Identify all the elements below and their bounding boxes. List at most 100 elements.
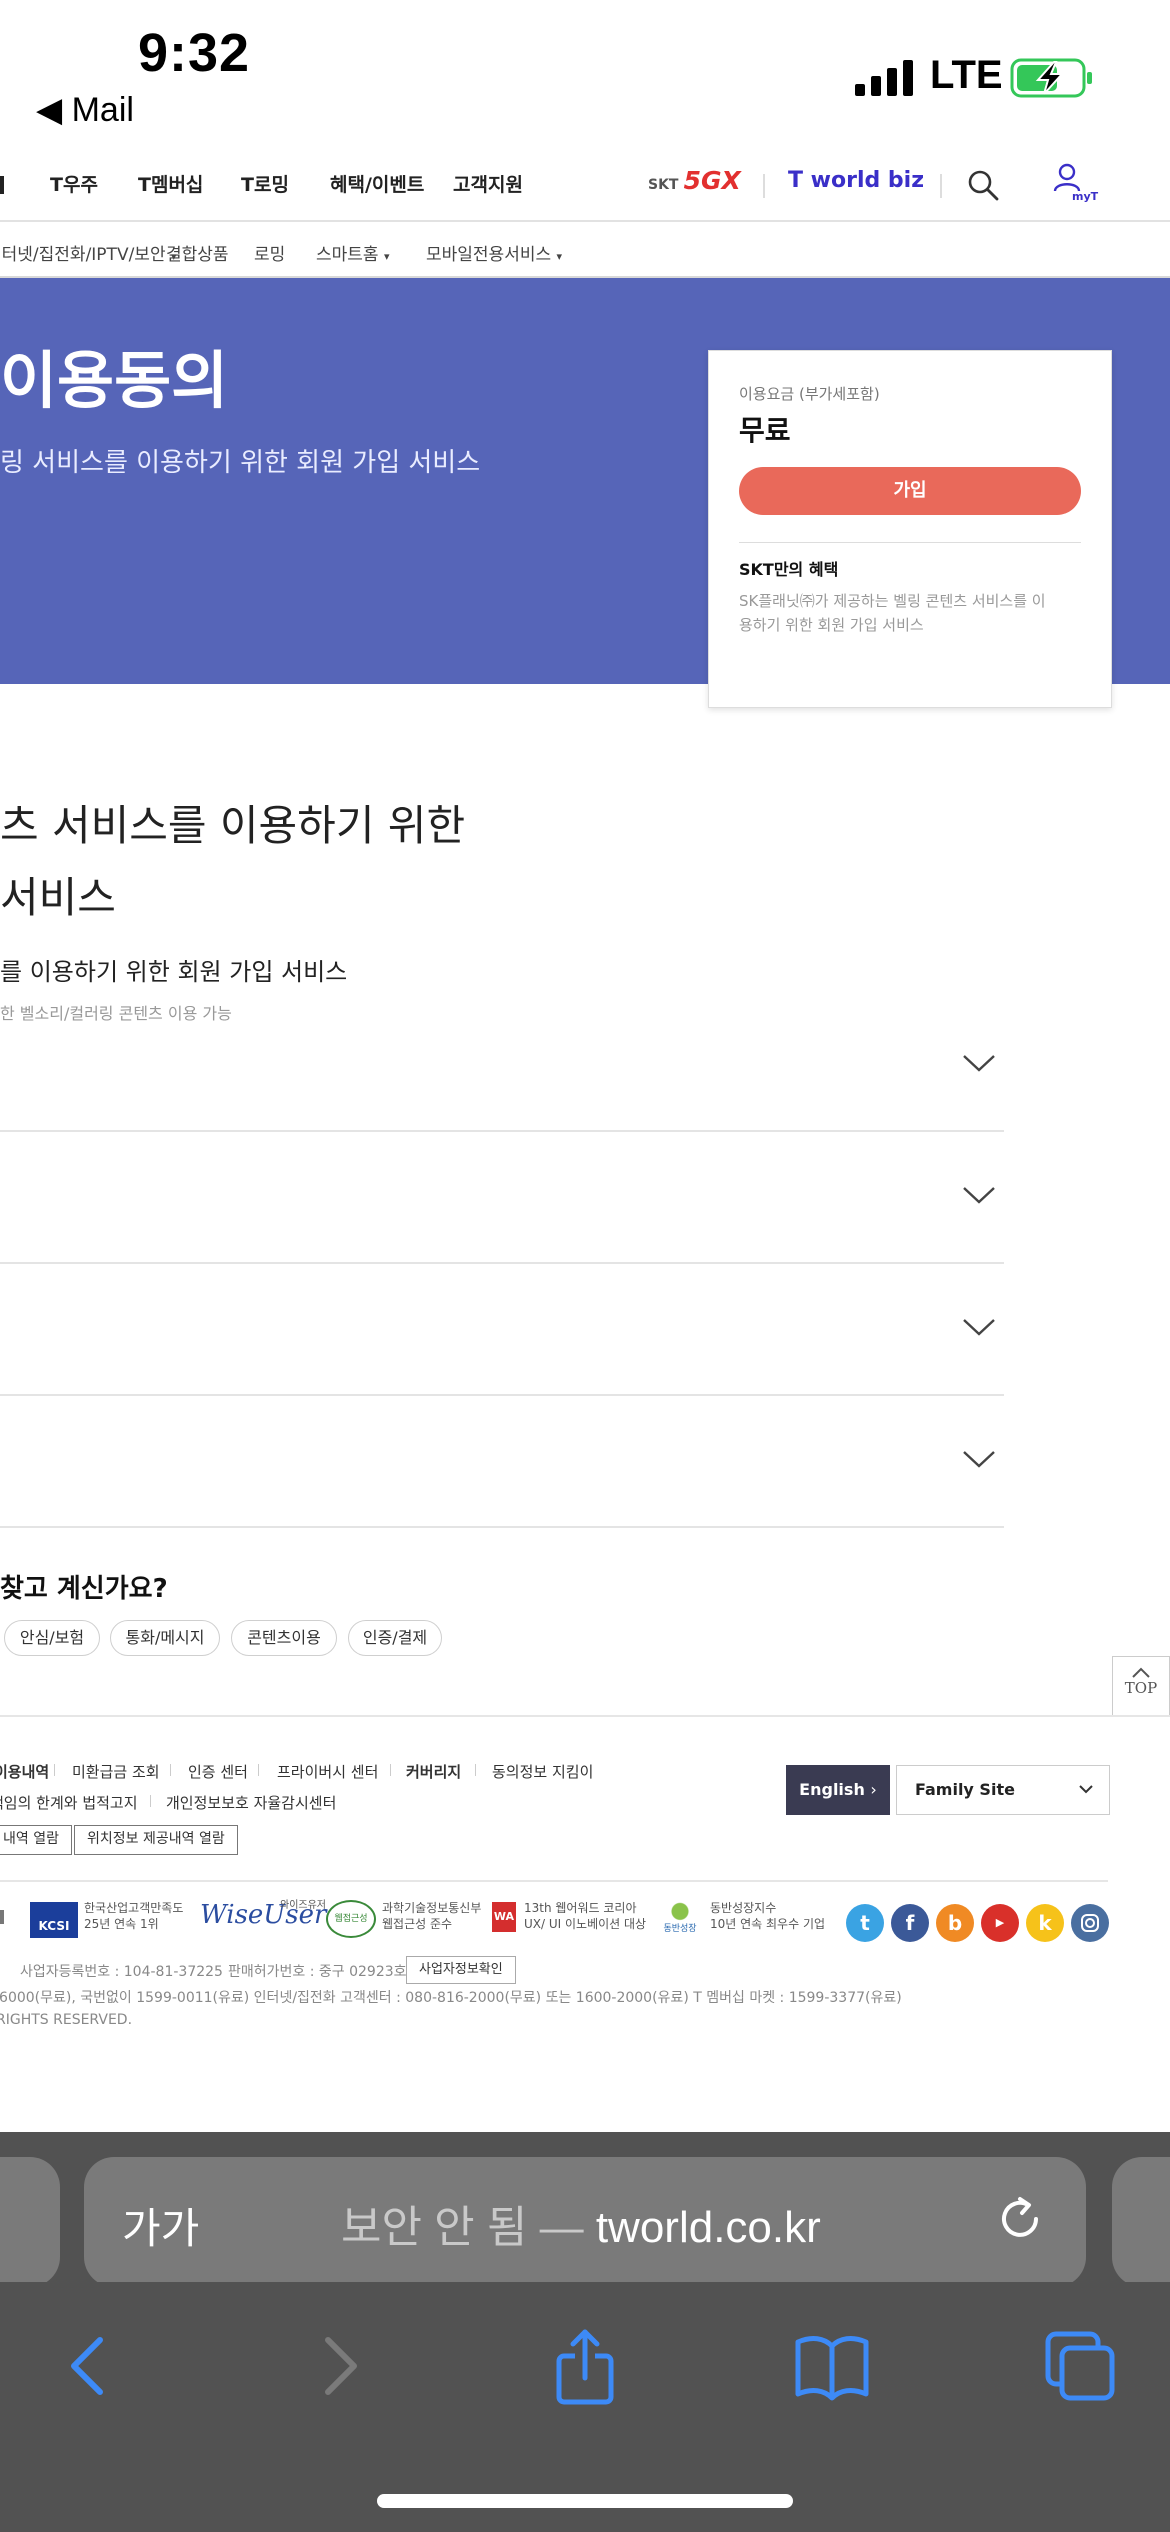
nav-item-roaming[interactable]: T로밍 (241, 170, 289, 197)
footer-link[interactable]: 개인정보보호 자율감시센터 (166, 1792, 336, 1813)
footer-link[interactable]: 미환급금 조회 (72, 1761, 160, 1782)
domain-label: tworld.co.kr (595, 2203, 821, 2252)
join-button[interactable]: 가입 (739, 467, 1081, 515)
youtube-icon[interactable]: ▶ (981, 1904, 1019, 1942)
subnav-internet[interactable]: 인터넷/집전화/IPTV/보안 ▾ (0, 240, 177, 265)
chevron-right-icon: › (870, 1780, 877, 1799)
chevron-down-icon (963, 1187, 995, 1204)
reader-aa-button[interactable]: 가가 (122, 2195, 199, 2256)
previous-tab-pill[interactable] (0, 2157, 60, 2287)
url-text: 보안 안 됨 — tworld.co.kr (341, 2191, 821, 2255)
signal-icon (855, 60, 913, 96)
skt-logo-text: SKT (648, 177, 679, 193)
home-indicator (377, 2494, 793, 2508)
divider (258, 1764, 259, 1776)
wiseuser-text: 와이즈유저 (280, 1900, 326, 1911)
instagram-icon[interactable] (1071, 1904, 1109, 1942)
price-label: 이용요금 (부가세포함) (739, 385, 880, 403)
hero-description: 링 서비스를 이용하기 위한 회원 가입 서비스 (0, 448, 481, 478)
accessibility-badge: 웹접근성 (326, 1900, 376, 1938)
family-site-select[interactable]: Family Site (896, 1765, 1110, 1815)
faq-title: 찾고 계신가요? (0, 1574, 168, 1604)
nav-item-support[interactable]: 고객지원 (453, 170, 523, 197)
top-label: TOP (1124, 1679, 1158, 1697)
customer-center-phones: -6000(무료), 국번없이 1599-0011(유료) 인터넷/집전화 고객… (0, 1990, 902, 2006)
chevron-down-icon (963, 1055, 995, 1072)
shared-growth-text: 동반성장지수 10년 연속 최우수 기업 (710, 1901, 826, 1931)
english-button[interactable]: English › (786, 1765, 890, 1815)
footer-link[interactable]: 프라이버시 센터 (277, 1761, 378, 1782)
subnav-roaming[interactable]: 로밍 (254, 240, 285, 265)
footer-link[interactable]: 동의정보 지킴이 (492, 1761, 593, 1782)
footer-link[interactable]: 이용내역 (0, 1761, 49, 1782)
faq-chip[interactable]: 통화/메시지 (110, 1620, 220, 1656)
reload-icon[interactable] (992, 2191, 1048, 2247)
webaward-badge: WA (492, 1902, 516, 1932)
kakao-icon[interactable]: k (1026, 1904, 1064, 1942)
divider (170, 1764, 171, 1776)
status-bar: 9:32 ◀ Mail LTE (0, 0, 1170, 150)
sales-registration: 판매허가번호 : 중구 02923호 (228, 1964, 407, 1980)
accordion-item[interactable] (0, 1132, 1004, 1264)
accessibility-award-text: 과학기술정보통신부 웹접근성 준수 (382, 1901, 482, 1931)
back-to-mail-link[interactable]: ◀ Mail (36, 90, 134, 130)
nav-item-tuju[interactable]: T우주 (50, 170, 98, 197)
subnav-mobile-services[interactable]: 모바일전용서비스 ▾ (426, 240, 562, 265)
kcsi-award-text: 한국산업고객만족도 25년 연속 1위 (84, 1901, 184, 1931)
footer-link[interactable]: 커버리지 (406, 1761, 461, 1782)
divider (390, 1764, 391, 1776)
5gx-logo-text: 5GX (683, 166, 741, 195)
divider (940, 174, 942, 198)
global-nav: T우주 T멤버십 T로밍 혜택/이벤트 고객지원 SKT 5GX T world… (0, 150, 1170, 222)
usage-history-button[interactable]: 내역 열람 (0, 1825, 72, 1855)
myt-label: myT (1072, 190, 1099, 203)
subnav-bundle[interactable]: 결합상품 (166, 240, 229, 265)
page-title: 이용동의 (0, 344, 229, 417)
chevron-down-icon (963, 1451, 995, 1468)
subnav-label: 스마트홈 (316, 245, 379, 265)
footer-divider (0, 1715, 1170, 1717)
divider (763, 174, 765, 198)
location-info-button[interactable]: 위치정보 제공내역 열람 (74, 1825, 238, 1855)
price-value: 무료 (739, 414, 791, 447)
accordion-item[interactable] (0, 1396, 1004, 1528)
price-card: 이용요금 (부가세포함) 무료 가입 SKT만의 혜택 SK플래닛㈜가 제공하는… (708, 350, 1112, 708)
facebook-icon[interactable]: f (891, 1904, 929, 1942)
address-bar[interactable]: 가가 보안 안 됨 — tworld.co.kr (84, 2157, 1086, 2287)
nav-cutoff-item (0, 176, 4, 194)
forward-icon[interactable] (300, 2326, 380, 2406)
kcsi-badge: KCSI (30, 1902, 78, 1938)
faq-chip[interactable]: 안심/보험 (4, 1620, 100, 1656)
footer-link[interactable]: 인증 센터 (188, 1761, 248, 1782)
bookmarks-icon[interactable] (792, 2326, 872, 2406)
myt-button[interactable]: myT (1044, 160, 1098, 212)
network-type: LTE (930, 53, 1003, 97)
cutoff-award-icon (0, 1910, 4, 1924)
accordion-item[interactable] (0, 1264, 1004, 1396)
accordion-item[interactable] (0, 1000, 1004, 1132)
benefit-title: SKT만의 혜택 (739, 560, 839, 579)
faq-chip[interactable]: 콘텐츠이용 (231, 1620, 337, 1656)
section-title-line2: 서비스 (0, 873, 116, 922)
tabs-icon[interactable] (1040, 2326, 1120, 2406)
search-icon[interactable] (966, 168, 1000, 202)
sub-nav: 인터넷/집전화/IPTV/보안 ▾ 결합상품 로밍 스마트홈 ▾ 모바일전용서비… (0, 222, 1170, 278)
scroll-top-button[interactable]: TOP (1112, 1656, 1170, 1716)
next-tab-pill[interactable] (1112, 2157, 1170, 2287)
section-title: 츠 서비스를 이용하기 위한 서비스 (0, 790, 465, 934)
subnav-smarthome[interactable]: 스마트홈 ▾ (316, 240, 390, 265)
share-icon[interactable] (545, 2326, 625, 2406)
business-info-button[interactable]: 사업자정보확인 (406, 1956, 516, 1984)
back-icon[interactable] (48, 2326, 128, 2406)
nav-item-benefits[interactable]: 혜택/이벤트 (330, 170, 424, 197)
divider (150, 1795, 151, 1807)
twitter-icon[interactable]: t (846, 1904, 884, 1942)
battery-charging-icon (1010, 58, 1092, 98)
nav-item-membership[interactable]: T멤버십 (138, 170, 203, 197)
faq-chip[interactable]: 인증/결제 (348, 1620, 442, 1656)
footer-link[interactable]: 책임의 한계와 법적고지 (0, 1792, 138, 1813)
blog-icon[interactable]: b (936, 1904, 974, 1942)
chevron-down-icon (1079, 1785, 1093, 1794)
tworld-biz-link[interactable]: T world biz (788, 168, 924, 193)
skt-5gx-logo[interactable]: SKT 5GX (648, 166, 741, 195)
